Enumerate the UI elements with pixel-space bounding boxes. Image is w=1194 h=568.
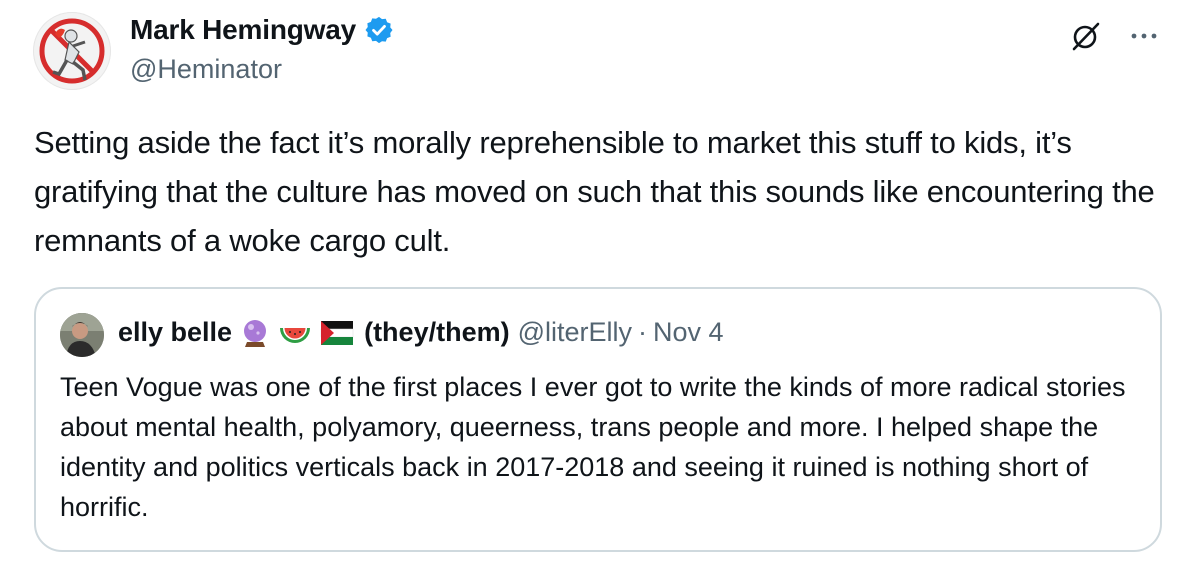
- header-separator: ·: [638, 317, 648, 347]
- avatar-photo-icon: [60, 313, 104, 357]
- watermelon-emoji: [280, 327, 311, 343]
- quoted-author-pronouns: (they/them): [364, 317, 510, 347]
- quoted-tweet-text: Teen Vogue was one of the first places I…: [60, 372, 1126, 522]
- quoted-author-name[interactable]: elly belle: [118, 317, 232, 348]
- quoted-author-handle[interactable]: @literElly: [518, 317, 632, 348]
- more-options-icon[interactable]: [1126, 18, 1162, 54]
- author-avatar[interactable]: [33, 12, 111, 90]
- author-handle[interactable]: @Heminator: [130, 54, 282, 85]
- running-man-logo-icon: [39, 18, 105, 84]
- author-name-row[interactable]: Mark Hemingway: [130, 14, 394, 46]
- palestine-flag-emoji: [320, 320, 354, 345]
- quoted-tweet-card[interactable]: elly belle (they/them) @literElly · Nov …: [34, 287, 1162, 552]
- author-name[interactable]: Mark Hemingway: [130, 14, 356, 46]
- quoted-author-avatar[interactable]: [60, 313, 104, 357]
- quoted-tweet-header: elly belle (they/them) @literElly · Nov …: [118, 317, 724, 348]
- grok-icon[interactable]: [1068, 18, 1104, 54]
- tweet-text: Setting aside the fact it’s morally repr…: [34, 125, 1155, 258]
- verified-badge-icon: [365, 16, 393, 44]
- quoted-tweet-date[interactable]: Nov 4: [653, 317, 724, 348]
- crystal-ball-emoji: [244, 319, 267, 347]
